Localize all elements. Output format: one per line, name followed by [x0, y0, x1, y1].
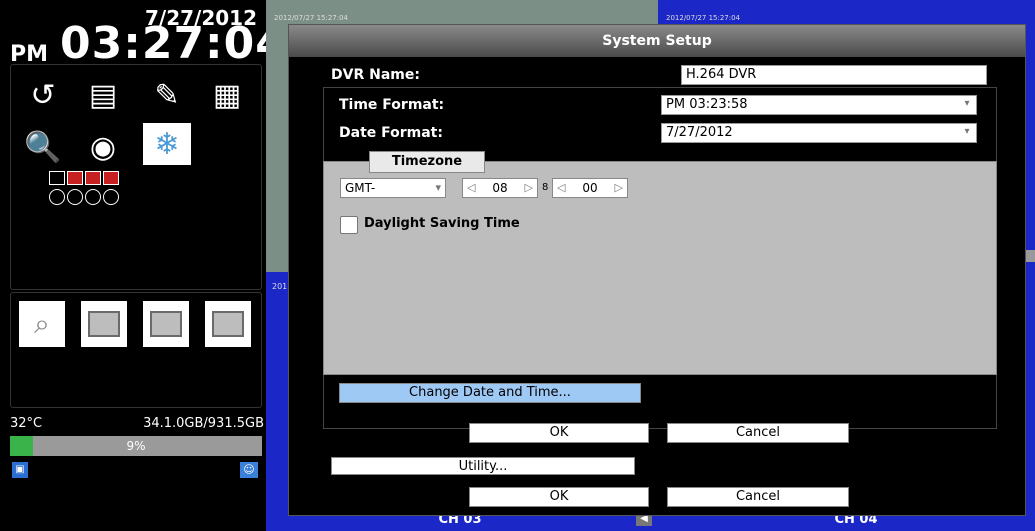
time-format-value: PM 03:23:58: [666, 97, 748, 112]
dst-checkbox[interactable]: [340, 216, 358, 234]
side-panel: 7/27/2012 PM 03:27:04 ↺ ▤ ✎ ▦ 🔍 ◉ ❄ ⌕ 32…: [0, 0, 286, 531]
chevron-down-icon: ▾: [964, 126, 970, 137]
utility-button[interactable]: Utility...: [331, 457, 635, 475]
camera-1-timestamp: 2012/07/27 15:27:04: [274, 14, 349, 22]
user-icon[interactable]: ☺: [240, 462, 258, 478]
pip-view-icon: [88, 311, 120, 337]
camera-2-timestamp: 2012/07/27 15:27:04: [666, 14, 741, 22]
schedule-icon[interactable]: ▦: [205, 73, 249, 117]
tools-icon[interactable]: ✎: [145, 73, 189, 117]
cancel-button[interactable]: Cancel: [667, 487, 849, 507]
dvr-name-input[interactable]: H.264 DVR: [681, 65, 987, 85]
search-log-icon[interactable]: 🔍: [21, 125, 65, 169]
minute-value: 00: [582, 181, 598, 195]
decrement-icon[interactable]: ◁: [557, 179, 565, 197]
hour-value: 08: [492, 181, 508, 195]
decrement-icon[interactable]: ◁: [467, 179, 475, 197]
pip-view-button[interactable]: [81, 301, 127, 347]
channel-3-rec-icon: [85, 171, 101, 185]
increment-icon[interactable]: ▷: [615, 179, 623, 197]
time-format-select[interactable]: PM 03:23:58 ▾: [661, 95, 977, 115]
tool-panel: ↺ ▤ ✎ ▦ 🔍 ◉ ❄: [10, 64, 262, 290]
timezone-panel: GMT- ▾ ◁ 08 ▷ 8 ◁ 00 ▷ Daylight Saving T…: [323, 161, 997, 375]
time-format-label: Time Format:: [339, 97, 445, 113]
disk-progress-label: 9%: [126, 439, 146, 453]
disk-progress: 9%: [10, 436, 262, 456]
channel-4-lock-icon: [103, 189, 119, 205]
date-format-value: 7/27/2012: [666, 125, 733, 140]
channel-3-lock-icon: [85, 189, 101, 205]
playback-icon[interactable]: ↺: [21, 73, 65, 117]
dialog-title: System Setup: [289, 25, 1025, 57]
dvr-name-label: DVR Name:: [331, 67, 420, 83]
chevron-down-icon: ▾: [435, 181, 441, 194]
change-date-time-button[interactable]: Change Date and Time...: [339, 383, 641, 403]
gmt-value: GMT-: [345, 181, 376, 195]
date-format-select[interactable]: 7/27/2012 ▾: [661, 123, 977, 143]
folder-icon[interactable]: ▤: [81, 73, 125, 117]
single-view-button[interactable]: [143, 301, 189, 347]
date-format-label: Date Format:: [339, 125, 443, 141]
camera-3-timestamp: 201: [272, 282, 288, 291]
hour-spinner[interactable]: ◁ 08 ▷: [462, 178, 538, 198]
magnifier-icon: ⌕: [34, 307, 50, 340]
clock: 7/27/2012 PM 03:27:04: [6, 4, 286, 69]
quad-view-icon: [212, 311, 244, 337]
network-icon[interactable]: ▣: [12, 462, 28, 478]
channel-4-rec-icon: [103, 171, 119, 185]
camera-icon[interactable]: ◉: [81, 125, 125, 169]
channel-1-lock-icon: [49, 189, 65, 205]
channel-1-icon: [49, 171, 65, 185]
ok-button-inner[interactable]: OK: [469, 423, 649, 443]
freeze-icon[interactable]: ❄: [143, 123, 191, 165]
disk-usage: 34.1.0GB/931.5GB: [143, 416, 264, 431]
tab-timezone[interactable]: Timezone: [369, 151, 485, 173]
increment-icon[interactable]: ▷: [525, 179, 533, 197]
dst-label: Daylight Saving Time: [364, 216, 520, 231]
temperature: 32°C: [10, 416, 43, 431]
zoom-button[interactable]: ⌕: [19, 301, 65, 347]
quad-view-button[interactable]: [205, 301, 251, 347]
hour-suffix: 8: [542, 182, 549, 193]
channel-2-rec-icon: [67, 171, 83, 185]
clock-time: 03:27:04: [60, 18, 287, 69]
view-panel: ⌕: [10, 292, 262, 408]
gmt-select[interactable]: GMT- ▾: [340, 178, 446, 198]
cancel-button-inner[interactable]: Cancel: [667, 423, 849, 443]
ok-button[interactable]: OK: [469, 487, 649, 507]
system-setup-dialog: System Setup DVR Name: H.264 DVR Time Fo…: [288, 24, 1026, 516]
chevron-down-icon: ▾: [964, 98, 970, 109]
stats-row: 32°C 34.1.0GB/931.5GB: [10, 416, 264, 431]
channel-2-lock-icon: [67, 189, 83, 205]
single-view-icon: [150, 311, 182, 337]
minute-spinner[interactable]: ◁ 00 ▷: [552, 178, 628, 198]
